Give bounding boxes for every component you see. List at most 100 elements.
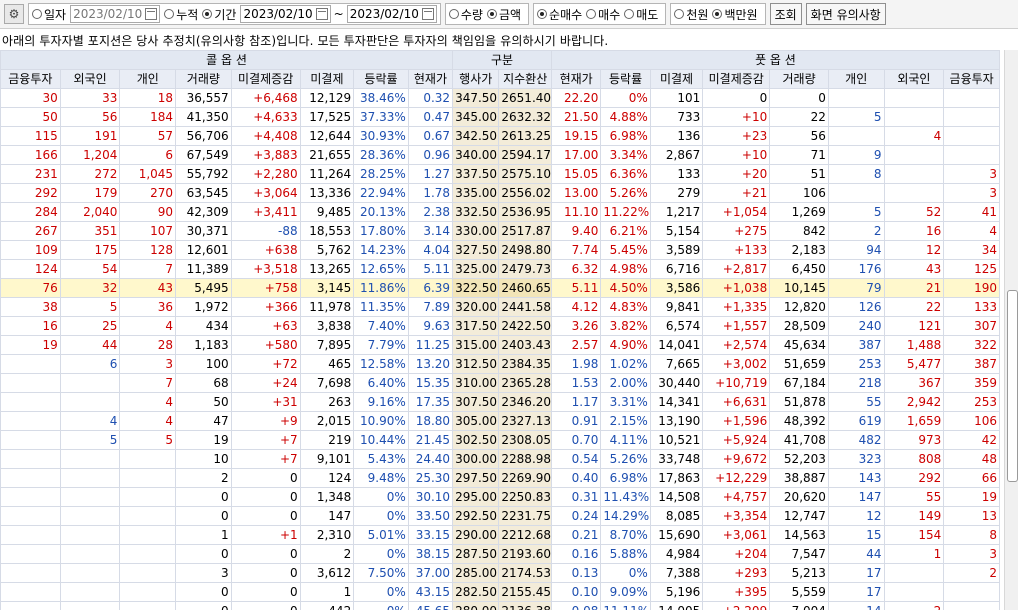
calendar-icon[interactable] [145,8,158,20]
column-header[interactable]: 개인 [827,69,885,89]
vertical-scrollbar[interactable] [1004,50,1018,610]
radio-million-won[interactable]: 백만원 [712,6,758,23]
table-cell: 2422.50 [498,316,552,336]
radio-cumulative-dot[interactable] [164,9,175,19]
column-header[interactable]: 등락률 [600,69,651,89]
radio-sell[interactable]: 매도 [624,6,658,23]
table-cell: 2594.17 [498,145,552,165]
table-row[interactable]: 1 +1 2,310 5.01% 33.15 290.00 2212.68 0.21 8.70%… [0,525,1000,545]
column-header[interactable]: 금융투자 [0,69,61,89]
table-row[interactable]: 284 2,040 90 42,309 +3,411 9,485 20.13% 2.38 332… [0,202,1000,222]
table-row[interactable]: 0 0 1,348 0% 30.10 295.00 2250.83 0.31 11.43% 14,… [0,487,1000,507]
table-row[interactable]: 16 25 4 434 +63 3,838 7.40% 9.63 317.50 2422.50 3.… [0,316,1000,336]
table-row[interactable]: 6 3 100 +72 465 12.58% 13.20 312.50 2384.35 1.98 1… [0,354,1000,374]
table-row[interactable]: 19 44 28 1,183 +580 7,895 7.79% 11.25 315.00 2403… [0,335,1000,355]
radio-million-won-dot[interactable] [712,9,723,19]
table-cell: 2269.90 [498,468,552,488]
column-header[interactable]: 등락률 [353,69,409,89]
table-row[interactable]: 2 0 124 9.48% 25.30 297.50 2269.90 0.40 6.98% 17,… [0,468,1000,488]
table-cell [0,373,61,393]
table-cell: 3.14 [407,221,454,241]
column-header[interactable]: 거래량 [769,69,829,89]
column-header[interactable]: 거래량 [175,69,232,89]
radio-period-dot[interactable] [202,9,213,19]
column-header[interactable]: 금융투자 [943,69,1000,89]
column-header[interactable]: 미결제 [299,69,355,89]
radio-net-buy[interactable]: 순매수 [537,6,582,23]
table-row[interactable]: 0 0 1 0% 43.15 282.50 2155.45 0.10 9.09% 5,196 +39… [0,582,1000,602]
table-cell: 11.43% [600,487,651,507]
table-cell: 2,867 [649,145,704,165]
radio-amount[interactable]: 금액 [486,6,521,23]
table-row[interactable]: 124 54 7 11,389 +3,518 13,265 12.65% 5.11 325.00… [0,259,1000,279]
column-header[interactable]: 현재가 [550,69,602,89]
radio-thousand-won-dot[interactable] [674,9,685,19]
table-row[interactable]: 4 50 +31 263 9.16% 17.35 307.50 2346.20 1.17 3.31… [0,392,1000,412]
screen-notes-button[interactable]: 화면 유의사항 [805,3,886,25]
radio-daily-dot[interactable] [32,9,42,19]
table-cell: 149 [883,506,945,526]
radio-amount-dot[interactable] [486,9,497,19]
gear-icon[interactable]: ⚙ [4,4,24,24]
table-row[interactable]: 10 +7 9,101 5.43% 24.40 300.00 2288.98 0.54 5.26… [0,449,1000,469]
table-cell: 6.98% [600,126,651,146]
calendar-icon[interactable] [315,8,328,20]
table-cell: 1,045 [119,164,177,184]
date-to-input[interactable]: 2023/02/10 [346,5,437,23]
column-header[interactable]: 미결제증감 [230,69,301,89]
column-header[interactable]: 현재가 [407,69,454,89]
table-row[interactable]: 30 33 18 36,557 +6,468 12,129 38.46% 0.32 347.50… [0,88,1000,108]
table-cell: 6.39 [407,278,454,298]
column-header[interactable]: 행사가 [452,69,500,89]
table-cell: 20.13% [353,202,409,222]
table-row[interactable]: 166 1,204 6 67,549 +3,883 21,655 28.36% 0.96 340… [0,145,1000,165]
table-cell: 0.08 [550,601,602,610]
radio-sell-dot[interactable] [624,9,635,19]
radio-quantity-dot[interactable] [448,9,459,19]
table-row[interactable]: 231 272 1,045 55,792 +2,280 11,264 28.25% 1.27 3… [0,164,1000,184]
column-header[interactable]: 지수환산 [498,69,552,89]
table-row[interactable]: 5 5 19 +7 219 10.44% 21.45 302.50 2308.05 0.70 4.1… [0,430,1000,450]
table-row[interactable]: 7 68 +24 7,698 6.40% 15.35 310.00 2365.28 1.53 2.… [0,373,1000,393]
table-row[interactable]: 267 351 107 30,371 -88 18,553 17.80% 3.14 330.00… [0,221,1000,241]
table-cell: 0.24 [550,506,602,526]
table-cell: 147 [827,487,885,507]
query-button[interactable]: 조회 [769,3,802,25]
table-cell: 41,350 [175,107,232,127]
table-row[interactable]: 004420%45.65280.002136.380.0811.11%14,00… [0,601,1000,610]
radio-net-buy-dot[interactable] [537,9,548,19]
calendar-icon[interactable] [421,8,434,20]
radio-buy-dot[interactable] [586,9,597,19]
column-header[interactable]: 외국인 [883,69,945,89]
table-row[interactable]: 292 179 270 63,545 +3,064 13,336 22.94% 1.78 335… [0,183,1000,203]
table-row[interactable]: 115 191 57 56,706 +4,408 12,644 30.93% 0.67 342.… [0,126,1000,146]
radio-quantity[interactable]: 수량 [448,6,483,23]
radio-buy[interactable]: 매수 [586,6,620,23]
column-header[interactable]: 개인 [119,69,177,89]
table-cell: 30 [0,88,61,108]
table-row[interactable]: 76 32 43 5,495 +758 3,145 11.86% 6.39 322.50 2460… [0,278,1000,298]
radio-thousand-won[interactable]: 천원 [674,6,708,23]
radio-cumulative[interactable]: 누적 [164,6,198,23]
table-row[interactable]: 109 175 128 12,601 +638 5,762 14.23% 4.04 327.50… [0,240,1000,260]
table-row[interactable]: 0 0 2 0% 38.15 287.50 2193.60 0.16 5.88% 4,984 +20… [0,544,1000,564]
column-header[interactable]: 외국인 [59,69,121,89]
radio-period[interactable]: 기간 [202,6,236,23]
scrollbar-thumb[interactable] [1007,290,1018,482]
table-row[interactable]: 38 5 36 1,972 +366 11,978 11.35% 7.89 320.00 2441… [0,297,1000,317]
table-cell: 7.79% [353,335,409,355]
table-cell [0,430,61,450]
table-row[interactable]: 0 0 147 0% 33.50 292.50 2231.75 0.24 14.29% 8,085… [0,506,1000,526]
table-row[interactable]: 4 4 47 +9 2,015 10.90% 18.80 305.00 2327.13 0.91 2… [0,411,1000,431]
table-row[interactable]: 3 0 3,612 7.50% 37.00 285.00 2174.53 0.13 0% 7,38… [0,563,1000,583]
table-cell: 1,269 [769,202,829,222]
column-header[interactable]: 미결제 [649,69,704,89]
table-cell: 0.16 [550,544,602,564]
table-row[interactable]: 50 56 184 41,350 +4,633 17,525 37.33% 0.47 345.0… [0,107,1000,127]
radio-daily[interactable]: 일자 [32,6,66,23]
date-input-single[interactable]: 2023/02/10 [70,5,161,23]
date-from-input[interactable]: 2023/02/10 [240,5,331,23]
column-header[interactable]: 미결제증감 [702,69,771,89]
table-cell: 15,690 [649,525,704,545]
table-cell: 482 [827,430,885,450]
